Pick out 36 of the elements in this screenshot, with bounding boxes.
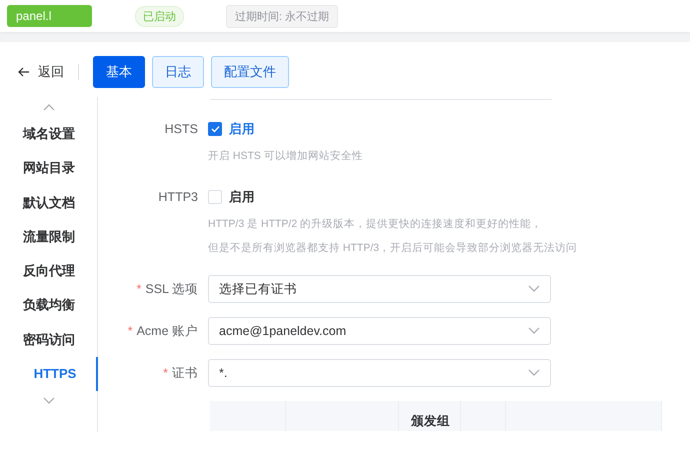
chevron-down-icon bbox=[528, 369, 540, 377]
arrow-left-icon bbox=[18, 67, 30, 77]
scroll-up-icon bbox=[42, 103, 54, 111]
field-label: * SSL 选项 bbox=[135, 281, 199, 298]
tab[interactable]: 配置文件 bbox=[211, 56, 289, 88]
back-button[interactable]: 返回 bbox=[18, 63, 64, 81]
sidebar-item[interactable]: 网站目录 bbox=[0, 151, 98, 186]
sidebar-item[interactable]: HTTPS bbox=[0, 357, 98, 392]
checkbox[interactable]: 启用 bbox=[208, 182, 578, 212]
site-name-tag: panel.l bbox=[7, 5, 92, 27]
select-field[interactable]: acme@1paneldev.com bbox=[208, 317, 551, 345]
sidebar-item[interactable]: 流量限制 bbox=[0, 220, 98, 254]
sidebar-item[interactable]: 默认文档 bbox=[0, 186, 98, 220]
help-text: 但是不是所有浏览器都支持 HTTP/3，开启后可能会导致部分浏览器无法访问 bbox=[208, 241, 578, 256]
sidebar-item[interactable]: 负载均衡 bbox=[0, 288, 98, 323]
chevron-down-icon bbox=[528, 285, 540, 293]
help-text: HTTP/3 是 HTTP/2 的升级版本，提供更快的连接速度和更好的性能， bbox=[208, 217, 544, 232]
chevron-down-icon bbox=[528, 327, 540, 335]
select-field[interactable]: 选择已有证书 bbox=[208, 275, 551, 303]
field-label: HSTS bbox=[164, 121, 199, 138]
sidebar-item[interactable]: 域名设置 bbox=[0, 117, 98, 152]
scroll-down-icon bbox=[42, 397, 54, 406]
sidebar-item[interactable]: 反向代理 bbox=[0, 254, 98, 288]
status-tag: 已启动 bbox=[135, 6, 184, 26]
check-icon bbox=[210, 125, 220, 133]
sidebar-item[interactable]: 密码访问 bbox=[0, 322, 98, 358]
field-label: * 证书 bbox=[162, 365, 199, 382]
field-label: * Acme 账户 bbox=[126, 323, 199, 340]
checkbox[interactable]: 启用 bbox=[208, 114, 363, 144]
tab[interactable]: 基本 bbox=[93, 56, 145, 88]
tab[interactable]: 日志 bbox=[152, 56, 204, 88]
column-header: 颁发组 bbox=[411, 414, 450, 428]
select-field[interactable]: *. bbox=[208, 359, 551, 387]
help-text: 开启 HSTS 可以增加网站安全性 bbox=[208, 149, 363, 164]
expiry-tag: 过期时间: 永不过期 bbox=[226, 4, 338, 28]
field-label: HTTP3 bbox=[157, 189, 199, 206]
